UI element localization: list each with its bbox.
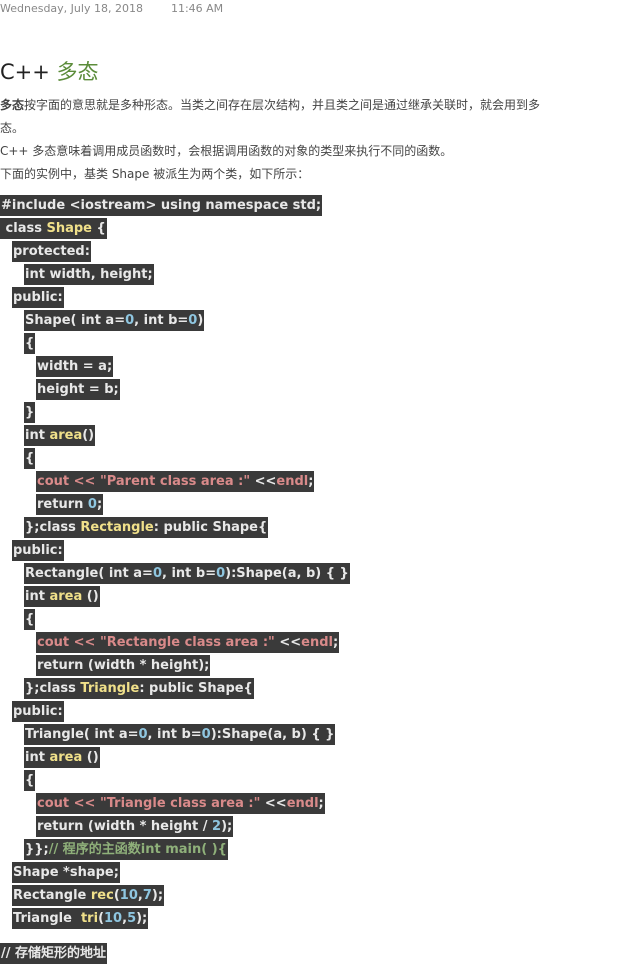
- code-line: Rectangle( int a=0, int b=0):Shape(a, b)…: [0, 562, 350, 585]
- code-line: // 存储矩形的地址: [0, 942, 350, 965]
- paragraph-1-text: 按字面的意思就是多种形态。当类之间存在层次结构，并且类之间是通过继承关联时，就会…: [24, 98, 541, 112]
- code-line: public:: [0, 700, 350, 723]
- code-line: };class Triangle: public Shape{: [0, 677, 350, 700]
- note-meta: Wednesday, July 18, 2018 11:46 AM: [0, 2, 223, 15]
- paragraph-1: 多态按字面的意思就是多种形态。当类之间存在层次结构，并且类之间是通过继承关联时，…: [0, 94, 610, 140]
- note-time: 11:46 AM: [170, 2, 224, 15]
- code-line: cout << "Triangle class area :" <<endl;: [0, 792, 350, 815]
- code-line: cout << "Parent class area :" <<endl;: [0, 470, 350, 493]
- code-line: }: [0, 401, 350, 424]
- code-line: Triangle tri(10,5);: [0, 907, 350, 930]
- code-line: #include <iostream> using namespace std;: [0, 194, 350, 217]
- code-line: Shape *shape;: [0, 861, 350, 884]
- code-line: Triangle( int a=0, int b=0):Shape(a, b) …: [0, 723, 350, 746]
- code-line: int area (): [0, 746, 350, 769]
- code-line: {: [0, 769, 350, 792]
- title-prefix: C++: [0, 60, 57, 84]
- code-line: {: [0, 608, 350, 631]
- code-line: Rectangle rec(10,7);: [0, 884, 350, 907]
- code-line: }};// 程序的主函数int main( ){: [0, 838, 350, 861]
- code-line: return (width * height / 2);: [0, 815, 350, 838]
- code-line: height = b;: [0, 378, 350, 401]
- code-line: width = a;: [0, 355, 350, 378]
- code-block: #include <iostream> using namespace std;…: [0, 194, 350, 965]
- code-line: public:: [0, 286, 350, 309]
- code-line: int width, height;: [0, 263, 350, 286]
- code-line: public:: [0, 539, 350, 562]
- code-line: int area (): [0, 585, 350, 608]
- page-title: C++ 多态: [0, 56, 99, 86]
- code-line: return 0;: [0, 493, 350, 516]
- paragraph-3: 下面的实例中，基类 Shape 被派生为两个类，如下所示：: [0, 167, 310, 181]
- code-line: class Shape {: [0, 217, 350, 240]
- code-line: int area(): [0, 424, 350, 447]
- title-main: 多态: [56, 60, 99, 84]
- paragraph-1-cont: 态。: [0, 121, 25, 135]
- code-line: {: [0, 447, 350, 470]
- code-line: Shape( int a=0, int b=0): [0, 309, 350, 332]
- paragraph-1-bold: 多态: [0, 98, 25, 112]
- code-line: return (width * height);: [0, 654, 350, 677]
- code-line: {: [0, 332, 350, 355]
- note-date: Wednesday, July 18, 2018: [0, 2, 143, 15]
- paragraph-2: C++ 多态意味着调用成员函数时，会根据调用函数的对象的类型来执行不同的函数。: [0, 144, 453, 158]
- code-line: };class Rectangle: public Shape{: [0, 516, 350, 539]
- code-line: protected:: [0, 240, 350, 263]
- code-line: cout << "Rectangle class area :" <<endl;: [0, 631, 350, 654]
